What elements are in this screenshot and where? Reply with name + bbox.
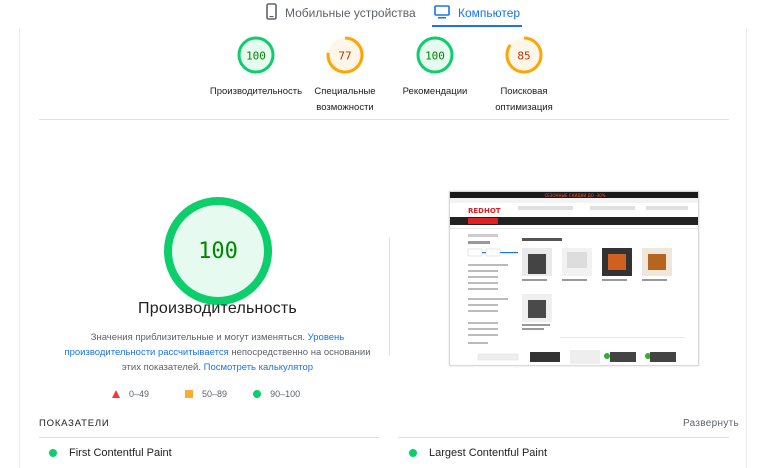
legend-fail: 0–49: [112, 389, 149, 399]
circle-icon: [409, 449, 417, 457]
tab-mobile[interactable]: Мобильные устройства: [266, 0, 416, 26]
gauge-ring: 100: [416, 36, 454, 74]
metric-lcp: Largest Contentful Paint: [409, 447, 547, 459]
score-legend: 0–49 50–89 90–100: [112, 389, 322, 399]
gauge-ring: 85: [505, 36, 543, 74]
metric-label: First Contentful Paint: [69, 447, 172, 459]
gauge-score: 77: [338, 50, 351, 63]
circle-icon: [49, 449, 57, 457]
metric-divider: [39, 437, 379, 438]
tab-desktop-label: Компьютер: [458, 6, 521, 20]
gauge-label: Поисковая оптимизация: [495, 86, 553, 113]
gauge-score: 100: [425, 50, 445, 63]
performance-description: Значения приблизительные и могут изменят…: [64, 332, 371, 373]
expand-button[interactable]: Развернуть: [683, 418, 739, 429]
phone-icon: [266, 3, 277, 23]
gauge-ring: 77: [326, 36, 364, 74]
gauge-score: 100: [246, 50, 266, 63]
monitor-icon: [434, 4, 450, 22]
calculator-link[interactable]: Посмотреть калькулятор: [204, 362, 313, 373]
tab-desktop[interactable]: Компьютер: [431, 0, 523, 27]
metrics-heading: ПОКАЗАТЕЛИ: [39, 418, 110, 429]
page-screenshot-image: СЕЗОННЫЕ СКИДКИ ДО -30% REDHOT: [450, 192, 698, 365]
gauge-seo[interactable]: 85 Поисковая оптимизация: [469, 35, 579, 116]
performance-gauge: 100: [164, 197, 272, 305]
thumb-logo: REDHOT: [468, 207, 501, 215]
device-tabs: Мобильные устройства Компьютер: [0, 0, 768, 28]
metric-label: Largest Contentful Paint: [429, 447, 548, 459]
final-screenshot: СЕЗОННЫЕ СКИДКИ ДО -30% REDHOT: [449, 191, 699, 366]
performance-title: Производительность: [138, 300, 297, 317]
metric-divider: [398, 437, 729, 438]
legend-average: 50–89: [185, 389, 227, 399]
thumb-promo: СЕЗОННЫЕ СКИДКИ ДО -30%: [544, 193, 605, 198]
metric-fcp: First Contentful Paint: [49, 447, 172, 459]
circle-icon: [253, 390, 262, 398]
legend-pass: 90–100: [253, 389, 300, 399]
vertical-divider: [389, 238, 390, 356]
divider: [39, 119, 729, 120]
triangle-icon: [112, 390, 120, 398]
gauge-ring: 100: [237, 36, 275, 74]
gauge-score: 85: [517, 50, 530, 63]
tab-mobile-label: Мобильные устройства: [285, 6, 416, 20]
square-icon: [185, 390, 194, 398]
performance-score: 100: [198, 239, 238, 264]
